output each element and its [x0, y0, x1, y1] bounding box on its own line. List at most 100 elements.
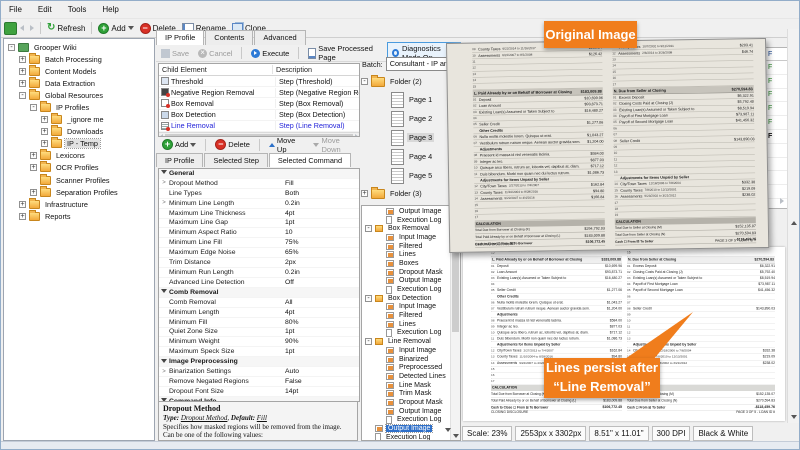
property-row[interactable]: > Minimum Line Length 0.2in [159, 199, 359, 209]
property-value[interactable]: False [285, 378, 359, 385]
diagnostics-tree-item[interactable]: - Line Removal [362, 337, 451, 346]
property-row[interactable]: Minimum Weight 90% [159, 337, 359, 347]
default-link[interactable]: Fill [257, 414, 267, 422]
tree-expander[interactable]: + [361, 190, 368, 197]
property-value[interactable]: Auto [285, 368, 359, 375]
column-child-element[interactable]: Child Element [159, 65, 273, 74]
property-value[interactable]: 75% [285, 239, 359, 246]
property-row[interactable]: Line Types Both [159, 189, 359, 199]
child-element-row[interactable]: Box Detection Step (Box Detection) [159, 110, 359, 121]
batch-tree-item[interactable]: Page 3 [361, 128, 459, 147]
child-element-row[interactable]: Negative Region Removal Step (Negative R… [159, 87, 359, 98]
property-value[interactable]: All [285, 299, 359, 306]
tab-contents[interactable]: Contents [205, 30, 253, 45]
property-value[interactable]: 2px [285, 259, 359, 266]
property-value[interactable]: 1pt [285, 219, 359, 226]
tree-item[interactable]: + Data Extraction [4, 77, 154, 89]
save-button[interactable]: Save [158, 48, 192, 59]
property-expander[interactable] [159, 289, 169, 295]
diagnostics-tree-item[interactable]: Input Image [362, 233, 451, 242]
diagnostics-tree-item[interactable]: Dropout Mask [362, 398, 451, 407]
property-row[interactable]: Maximum Speck Size 1pt [159, 347, 359, 357]
tree-item[interactable]: - Grooper Wiki [4, 41, 154, 53]
diagnostics-tree-item[interactable]: Input Image [362, 303, 451, 312]
tree-expander[interactable]: - [365, 338, 372, 345]
scroll-down-icon[interactable] [445, 428, 451, 432]
diagnostics-tree-item[interactable]: - Box Removal [362, 224, 451, 233]
property-expander[interactable] [159, 359, 169, 365]
tree-item[interactable]: + Batch Processing [4, 53, 154, 65]
execute-button[interactable]: Execute [248, 48, 292, 59]
diagnostics-tree-item[interactable]: Preprocessed [362, 363, 451, 372]
property-row[interactable]: > Dropout Method Fill [159, 179, 359, 189]
menu-help[interactable]: Help [102, 5, 118, 14]
tree-expander[interactable]: + [30, 152, 37, 159]
diagnostics-tree-item[interactable]: Execution Log [362, 216, 451, 225]
tree-expander[interactable]: - [8, 44, 15, 51]
property-value[interactable]: 0.2in [285, 200, 359, 207]
add-button[interactable]: +Add [95, 22, 136, 35]
batch-tree-item[interactable]: Page 5 [361, 166, 459, 185]
diagnostics-tree-item[interactable]: Filtered [362, 242, 451, 251]
property-value[interactable]: 80% [285, 319, 359, 326]
property-value[interactable]: Both [285, 190, 359, 197]
tree-item[interactable]: - IP Profiles [4, 101, 154, 113]
property-expander[interactable]: > [159, 369, 169, 375]
property-value[interactable]: 14pt [285, 388, 359, 395]
diagnostics-tree-item[interactable]: Output Image [362, 424, 451, 433]
subtab-selected-command[interactable]: Selected Command [269, 153, 351, 167]
tree-item[interactable]: + Infrastructure [4, 198, 154, 210]
diagnostics-tree-item[interactable]: Execution Log [362, 285, 451, 294]
tree-expander[interactable]: + [19, 80, 26, 87]
tree-expander[interactable]: + [19, 213, 26, 220]
tree-item[interactable]: + Lexicons [4, 150, 154, 162]
back-button[interactable] [17, 24, 27, 32]
tree-expander[interactable]: + [19, 68, 26, 75]
property-row[interactable]: Maximum Line Gap 1pt [159, 219, 359, 229]
subtab-ip-profile[interactable]: IP Profile [156, 153, 203, 167]
property-expander[interactable] [159, 170, 169, 176]
property-value[interactable]: 65% [285, 249, 359, 256]
tree-expander[interactable]: + [41, 140, 48, 147]
grid-header[interactable]: Child Element Description [159, 64, 359, 76]
diagnostics-tree-item[interactable]: Execution Log [362, 433, 451, 441]
diagnostics-tree-item[interactable]: Lines [362, 320, 451, 329]
property-row[interactable]: Minimum Run Length 0.2in [159, 268, 359, 278]
property-row[interactable]: Minimum Line Fill 75% [159, 238, 359, 248]
property-value[interactable]: Fill [285, 180, 359, 187]
diagnostics-tree-item[interactable]: Output Image [362, 207, 451, 216]
tree-expander[interactable]: - [365, 225, 372, 232]
property-value[interactable]: 4pt [285, 210, 359, 217]
property-row[interactable]: Trim Distance 2px [159, 258, 359, 268]
diagnostics-tree-item[interactable]: Execution Log [362, 416, 451, 425]
property-value[interactable]: Off [285, 279, 359, 286]
property-row[interactable]: Maximum Line Thickness 4pt [159, 209, 359, 219]
batch-tree-item[interactable]: Page 2 [361, 109, 459, 128]
property-row[interactable]: > Binarization Settings Auto [159, 367, 359, 377]
move-down-button[interactable]: Move Down [310, 135, 361, 155]
diagnostics-tree-item[interactable]: Execution Log [362, 329, 451, 338]
property-row[interactable]: Maximum Edge Noise 65% [159, 248, 359, 258]
subtab-selected-step[interactable]: Selected Step [204, 153, 267, 167]
tree-expander[interactable]: - [19, 92, 26, 99]
tree-expander[interactable]: - [361, 78, 368, 85]
tree-item[interactable]: + OCR Profiles [4, 162, 154, 174]
menu-file[interactable]: File [9, 5, 22, 14]
tree-item[interactable]: - Global Resources [4, 89, 154, 101]
column-description[interactable]: Description [273, 65, 359, 74]
property-row[interactable]: Minimum Aspect Ratio 10 [159, 228, 359, 238]
property-expander[interactable]: > [159, 200, 169, 206]
tree-item[interactable]: Scanner Profiles [4, 174, 154, 186]
diagnostics-tree-item[interactable]: Filtered [362, 311, 451, 320]
type-link[interactable]: Dropout Method [181, 414, 228, 422]
tree-expander[interactable]: + [19, 56, 26, 63]
property-row[interactable]: Comb Removal [159, 288, 359, 298]
menu-edit[interactable]: Edit [38, 5, 52, 14]
tree-item[interactable]: + IP - Temp [4, 138, 154, 150]
property-row[interactable]: Minimum Length 4pt [159, 308, 359, 318]
property-row[interactable]: Quiet Zone Size 1pt [159, 328, 359, 338]
tree-expander[interactable]: - [365, 295, 372, 302]
property-value[interactable]: 10 [285, 229, 359, 236]
property-row[interactable]: Advanced Line Detection Off [159, 278, 359, 288]
tree-expander[interactable]: + [19, 201, 26, 208]
